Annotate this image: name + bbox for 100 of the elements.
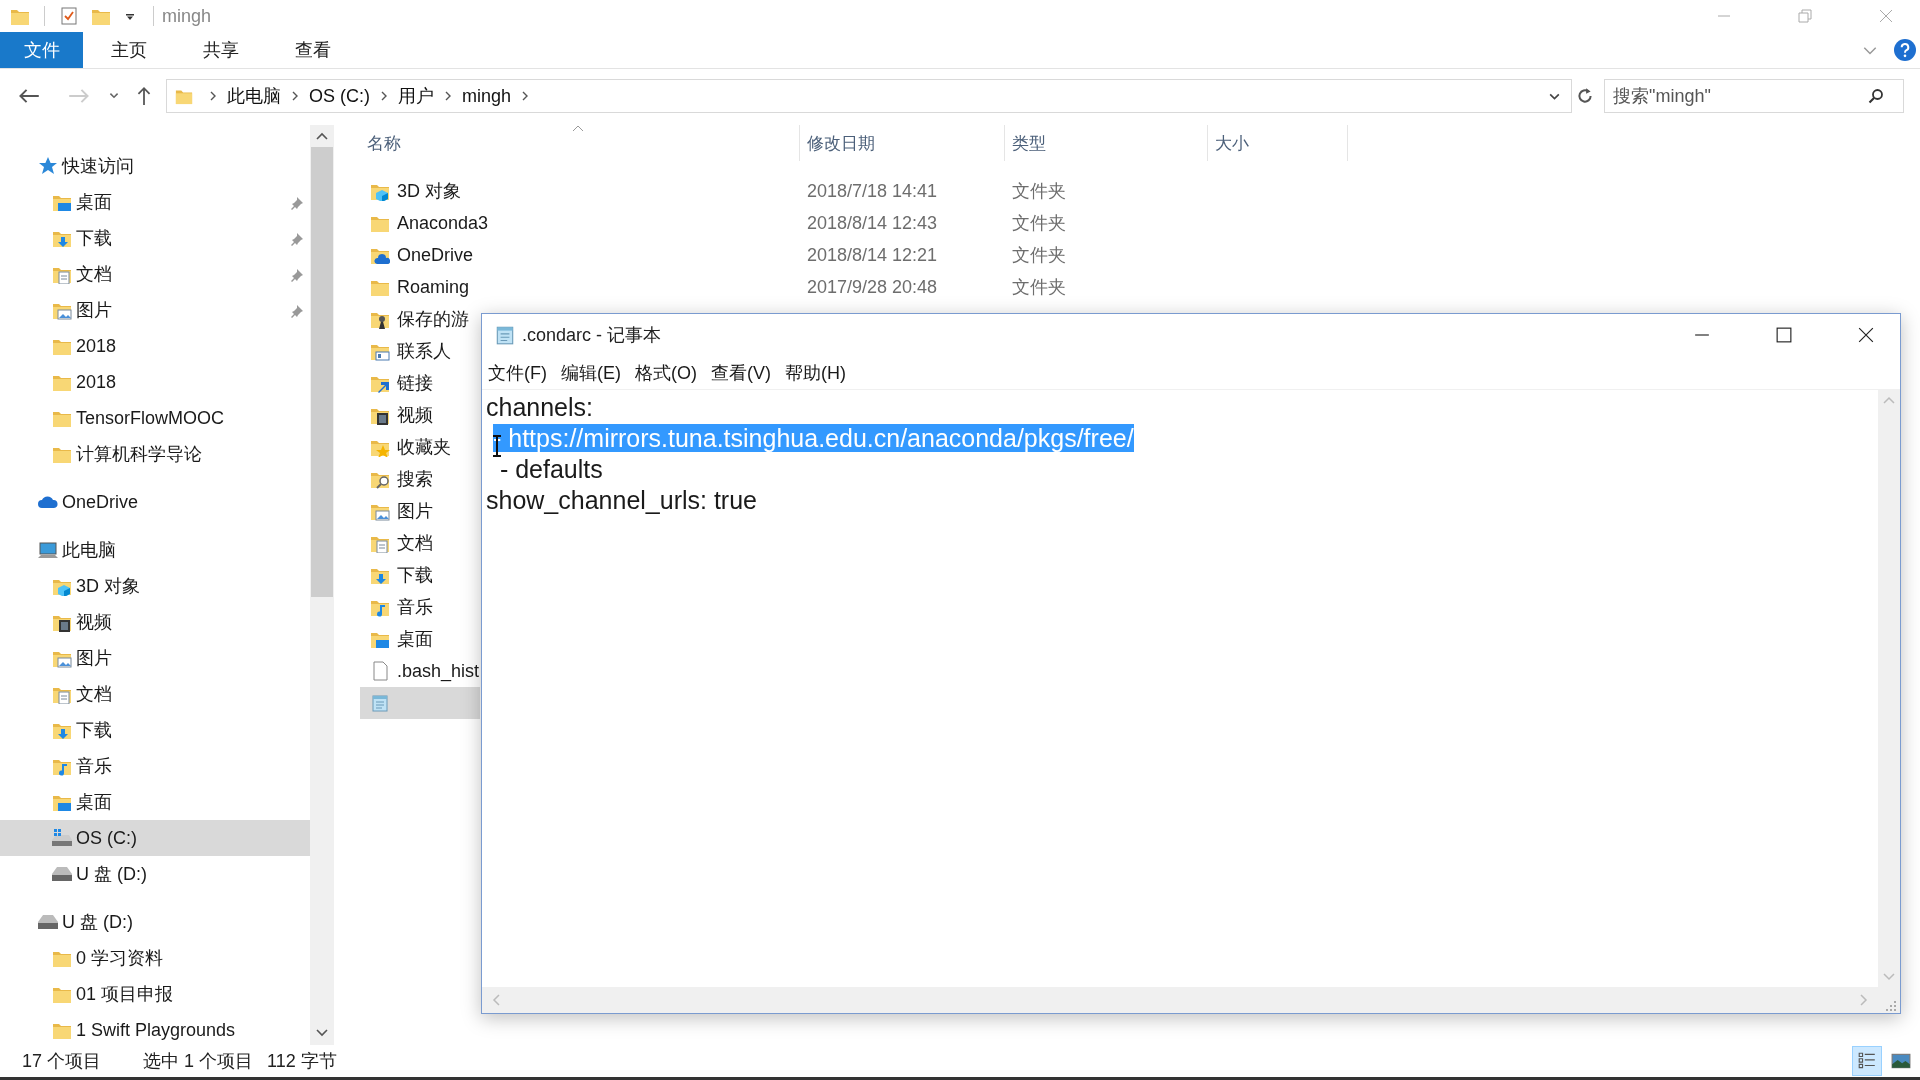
nav-item[interactable]: 1 Swift Playgrounds [0, 1012, 310, 1048]
pin-icon[interactable] [290, 268, 304, 282]
menu-item[interactable]: 查看(V) [711, 360, 771, 385]
nav-item[interactable]: 下载 [0, 712, 310, 748]
chevron-right-icon[interactable] [444, 90, 452, 102]
nav-item[interactable]: 计算机科学导论 [0, 436, 310, 472]
system-drive-icon [52, 828, 72, 848]
menu-item[interactable]: 格式(O) [635, 360, 697, 385]
selection-count: 选中 1 个项目 [143, 1050, 254, 1073]
nav-item[interactable]: 文档 [0, 676, 310, 712]
nav-item[interactable]: 视频 [0, 604, 310, 640]
text-line: channels: [486, 393, 594, 421]
computer-icon [38, 540, 58, 560]
table-cell-text: 2018/8/14 12:21 [806, 244, 939, 266]
file-name[interactable]: 联系人 [397, 339, 451, 363]
scroll-down-icon[interactable] [316, 1029, 328, 1037]
nav-item[interactable]: 下载 [0, 220, 310, 256]
column-header[interactable]: 类型 [1005, 125, 1208, 161]
nav-item[interactable]: OS (C:) [0, 820, 310, 856]
breadcrumb[interactable]: OS (C:) [309, 85, 370, 107]
nav-item[interactable]: 此电脑 [0, 532, 310, 568]
scroll-up-icon[interactable] [316, 132, 328, 140]
file-icon [370, 661, 390, 681]
table-cell-text: 文件夹 [1011, 244, 1067, 267]
properties-icon[interactable] [59, 6, 79, 26]
menu-item[interactable]: 帮助(H) [785, 360, 846, 385]
column-header[interactable]: 名称 [360, 125, 800, 161]
file-name[interactable]: Roaming [397, 276, 470, 298]
file-name[interactable]: .bash_hist [397, 660, 480, 682]
pin-icon[interactable] [290, 232, 304, 246]
maximize-icon[interactable] [1776, 327, 1792, 343]
file-name[interactable]: 图片 [397, 499, 433, 523]
up-icon[interactable] [136, 86, 152, 106]
table-cell-text: 2018/8/14 12:43 [806, 212, 939, 234]
image-icon [1891, 1051, 1911, 1071]
dropdown-icon[interactable] [125, 11, 135, 21]
ribbon-tab[interactable]: 查看 [267, 32, 359, 68]
file-name[interactable]: Anaconda3 [397, 212, 489, 234]
nav-item[interactable]: 桌面 [0, 184, 310, 220]
nav-item[interactable]: 音乐 [0, 748, 310, 784]
nav-item[interactable]: 图片 [0, 640, 310, 676]
star-icon [38, 156, 58, 176]
file-name[interactable]: 下载 [397, 563, 433, 587]
chevron-right-icon[interactable] [521, 90, 530, 102]
drive-icon [38, 912, 58, 932]
nav-item[interactable]: TensorFlowMOOC [0, 400, 310, 436]
nav-item[interactable]: 3D 对象 [0, 568, 310, 604]
nav-item[interactable]: 桌面 [0, 784, 310, 820]
file-name[interactable]: OneDrive [397, 244, 474, 266]
search-field[interactable]: 搜索"mingh" [1604, 79, 1904, 113]
nav-item[interactable]: 2018 [0, 364, 310, 400]
menu-item[interactable]: 文件(F) [488, 360, 547, 385]
notepad-icon [370, 693, 390, 713]
column-header[interactable]: 大小 [1208, 125, 1348, 161]
file-name[interactable]: 搜索 [397, 467, 433, 491]
breadcrumb[interactable]: 用户 [398, 84, 434, 108]
back-icon[interactable] [18, 87, 40, 105]
file-name[interactable]: 保存的游 [397, 307, 469, 331]
table-cell-text: 文件夹 [1011, 180, 1067, 203]
ribbon-tab[interactable]: 共享 [175, 32, 267, 68]
pin-icon[interactable] [290, 196, 304, 210]
file-name[interactable]: 链接 [397, 371, 433, 395]
nav-item[interactable]: OneDrive [0, 484, 310, 520]
file-menu-button[interactable]: 文件 [0, 32, 83, 68]
file-name[interactable]: 3D 对象 [397, 179, 461, 203]
table-cell-text: 2018/7/18 14:41 [806, 180, 939, 202]
breadcrumb[interactable]: 此电脑 [227, 84, 281, 108]
nav-item[interactable]: 01 项目申报 [0, 976, 310, 1012]
pin-icon[interactable] [290, 304, 304, 318]
file-name[interactable]: 音乐 [397, 595, 433, 619]
nav-item[interactable]: 0 学习资料 [0, 940, 310, 976]
text-cursor-icon [492, 434, 502, 458]
ribbon-tab[interactable]: 主页 [83, 32, 175, 68]
nav-item[interactable]: U 盘 (D:) [0, 904, 310, 940]
refresh-icon[interactable] [1576, 87, 1594, 105]
list-icon [1857, 1051, 1877, 1071]
table-cell-text: 文件夹 [1011, 276, 1067, 299]
search-icon[interactable] [1868, 88, 1884, 104]
menu-item[interactable]: 编辑(E) [561, 360, 621, 385]
file-name[interactable]: 桌面 [397, 627, 433, 651]
details-view-button[interactable] [1852, 1046, 1882, 1076]
nav-item[interactable]: 2018 [0, 328, 310, 364]
chevron-right-icon[interactable] [380, 90, 388, 102]
nav-item[interactable]: 图片 [0, 292, 310, 328]
column-header[interactable]: 修改日期 [800, 125, 1005, 161]
breadcrumb[interactable]: mingh [462, 85, 512, 107]
close-icon[interactable] [1858, 327, 1874, 343]
address-bar[interactable]: 此电脑 OS (C:) 用户 mingh [166, 79, 1572, 113]
scrollbar[interactable] [310, 125, 334, 1045]
help-icon[interactable] [1894, 39, 1916, 61]
notepad-icon [494, 324, 516, 346]
text-line: show_channel_urls: true [486, 486, 757, 514]
chevron-right-icon[interactable] [291, 90, 299, 102]
file-name[interactable]: 视频 [397, 403, 433, 427]
file-name[interactable]: 收藏夹 [397, 435, 451, 459]
nav-item[interactable]: U 盘 (D:) [0, 856, 310, 892]
chevron-right-icon[interactable] [209, 90, 217, 102]
nav-item[interactable]: 快速访问 [0, 148, 310, 184]
nav-item[interactable]: 文档 [0, 256, 310, 292]
file-name[interactable]: 文档 [397, 531, 433, 555]
